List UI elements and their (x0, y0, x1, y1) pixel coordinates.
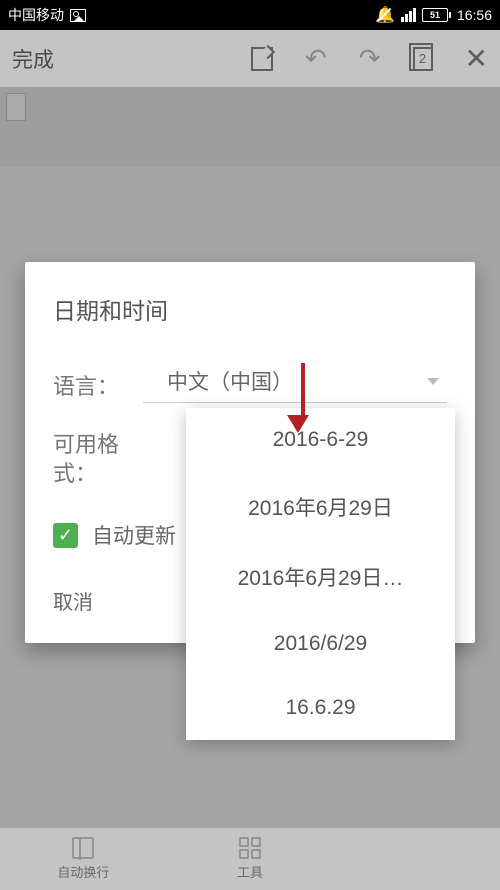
status-bar: 中国移动 🔔 51 16:56 (0, 0, 500, 30)
language-value: 中文（中国） (143, 366, 293, 396)
signal-icon (401, 8, 416, 22)
done-button[interactable]: 完成 (12, 44, 54, 74)
language-label: 语言： (53, 369, 143, 401)
format-dropdown-menu: 2016-6-29 2016年6月29日 2016年6月29日… 2016/6/… (186, 408, 455, 740)
tab-tools[interactable]: 工具 (167, 828, 334, 890)
format-option[interactable]: 2016年6月29日… (186, 542, 455, 612)
wrap-icon (72, 837, 94, 859)
battery-level: 51 (422, 8, 448, 22)
vibrate-icon: 🔔 (375, 5, 395, 25)
format-label: 可用格式： (53, 431, 143, 488)
carrier-label: 中国移动 (8, 5, 64, 25)
language-dropdown[interactable]: 中文（中国） (143, 366, 447, 403)
tab-wrap[interactable]: 自动换行 (0, 828, 167, 890)
language-row: 语言： 中文（中国） (53, 366, 447, 403)
bottom-tab-bar: 自动换行 工具 (0, 828, 500, 890)
format-option[interactable]: 16.6.29 (186, 676, 455, 740)
status-left: 中国移动 (8, 5, 86, 25)
gallery-icon (70, 9, 86, 22)
format-option[interactable]: 2016-6-29 (186, 408, 455, 472)
format-option[interactable]: 2016/6/29 (186, 612, 455, 676)
undo-icon[interactable]: ↶ (305, 43, 327, 74)
status-right: 🔔 51 16:56 (375, 5, 492, 25)
chevron-down-icon (427, 378, 439, 385)
toolbar-icon-group: ↶ ↷ 2 ✕ (251, 42, 488, 75)
close-icon[interactable]: ✕ (465, 42, 488, 75)
editor-toolbar: 完成 ↶ ↷ 2 ✕ (0, 30, 500, 87)
tab-wrap-label: 自动换行 (57, 862, 109, 881)
dialog-title: 日期和时间 (53, 292, 447, 326)
tab-empty (333, 828, 500, 890)
save-icon[interactable] (251, 47, 273, 71)
annotation-arrow (296, 363, 309, 433)
clock: 16:56 (457, 7, 492, 23)
pages-icon[interactable]: 2 (413, 47, 433, 71)
checkbox-icon[interactable]: ✓ (53, 523, 78, 548)
tab-tools-label: 工具 (237, 862, 263, 881)
auto-update-label: 自动更新 (92, 520, 176, 550)
battery-icon: 51 (422, 8, 451, 22)
redo-icon[interactable]: ↷ (359, 43, 381, 74)
grid-icon (239, 837, 261, 859)
format-option[interactable]: 2016年6月29日 (186, 472, 455, 542)
